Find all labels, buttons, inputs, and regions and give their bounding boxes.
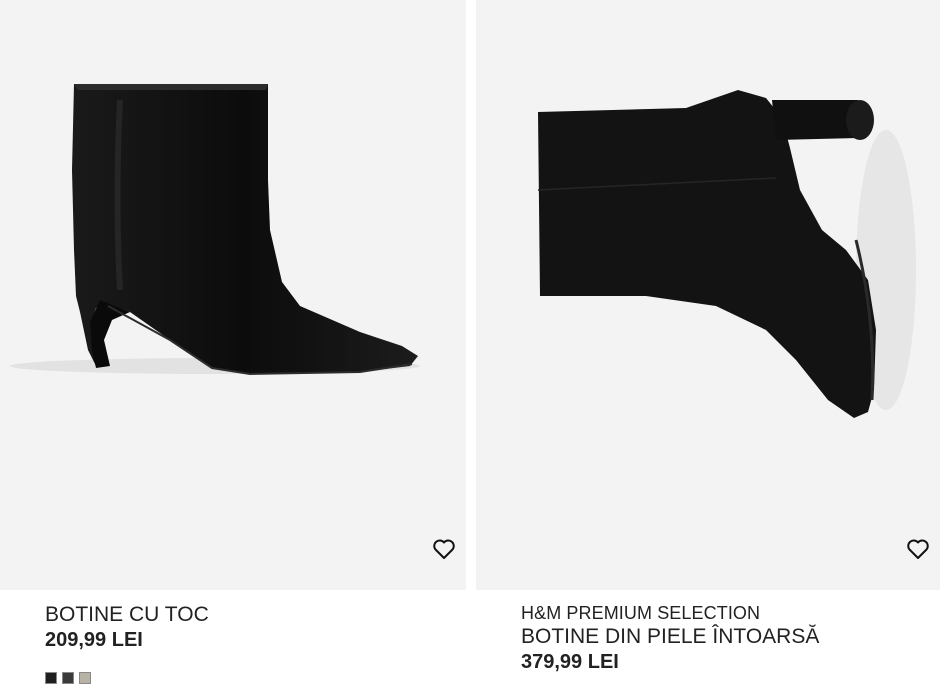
product-price: 379,99 LEI [521, 651, 619, 673]
color-swatches [45, 672, 91, 684]
product-title[interactable]: BOTINE CU TOC [45, 602, 456, 628]
suede-ankle-boot-image [537, 90, 916, 418]
heart-outline-icon [433, 539, 455, 559]
heeled-ankle-boot-image [10, 84, 420, 376]
product-image[interactable] [476, 0, 940, 590]
product-brand: H&M PREMIUM SELECTION [521, 603, 761, 623]
product-card-botine-cu-toc[interactable]: BOTINE CU TOC 209,99 LEI [0, 0, 466, 698]
favorite-button[interactable] [432, 538, 464, 570]
product-title[interactable]: BOTINE DIN PIELE ÎNTOARSĂ [521, 624, 930, 650]
product-price: 209,99 LEI [45, 629, 143, 651]
color-swatch[interactable] [62, 672, 74, 684]
color-swatch[interactable] [45, 672, 57, 684]
product-card-botine-din-piele-intoarsa[interactable]: H&M PREMIUM SELECTION BOTINE DIN PIELE Î… [476, 0, 940, 698]
favorite-button[interactable] [906, 538, 938, 570]
product-image[interactable] [0, 0, 466, 590]
product-info: H&M PREMIUM SELECTION BOTINE DIN PIELE Î… [521, 602, 930, 674]
product-info: BOTINE CU TOC 209,99 LEI [45, 602, 456, 652]
heart-outline-icon [907, 539, 929, 559]
color-swatch[interactable] [79, 672, 91, 684]
product-grid: BOTINE CU TOC 209,99 LEI H&M PREMIUM SEL… [0, 0, 940, 698]
